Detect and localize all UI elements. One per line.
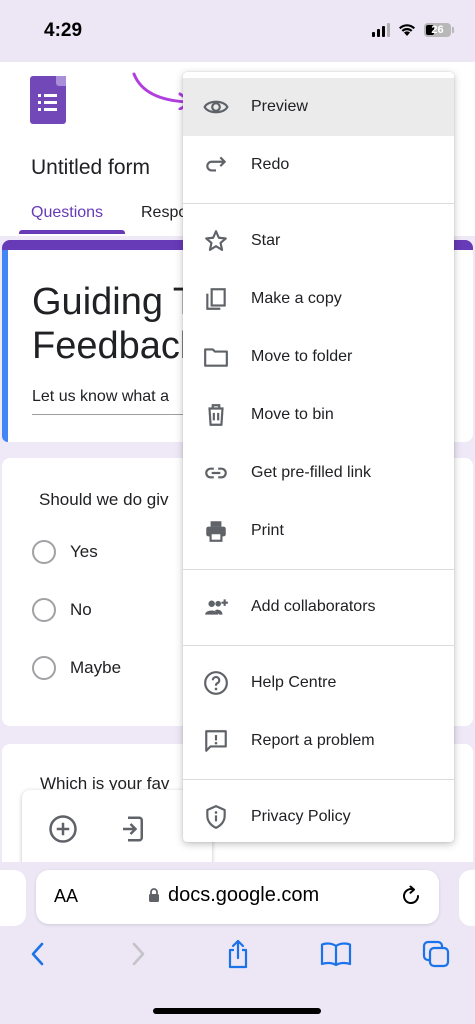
browser-toolbar: AA docs.google.com bbox=[0, 862, 475, 1024]
option-label: Maybe bbox=[70, 658, 122, 677]
menu-label: Privacy Policy bbox=[251, 808, 351, 825]
menu-label: Preview bbox=[251, 98, 308, 115]
option-yes[interactable]: Yes bbox=[32, 540, 98, 564]
menu-item-redo[interactable]: Redo bbox=[183, 136, 454, 194]
menu-divider bbox=[183, 645, 454, 646]
option-label: Yes bbox=[70, 542, 98, 561]
menu-label: Make a copy bbox=[251, 290, 342, 307]
focus-accent bbox=[2, 250, 8, 442]
chevron-left-icon bbox=[31, 942, 44, 966]
menu-item-help-centre[interactable]: Help Centre bbox=[183, 654, 454, 712]
question-text[interactable]: Should we do giv bbox=[39, 490, 168, 510]
feedback-icon bbox=[205, 730, 227, 752]
signal-icon bbox=[372, 22, 390, 37]
home-indicator bbox=[153, 1008, 321, 1014]
status-bar: 4:29 26 bbox=[0, 0, 475, 62]
menu-label: Move to folder bbox=[251, 348, 353, 365]
add-question-icon[interactable] bbox=[48, 814, 78, 844]
trash-icon bbox=[208, 404, 224, 426]
tab-responses[interactable]: Respo bbox=[141, 204, 187, 222]
help-icon bbox=[204, 671, 228, 695]
address-bar[interactable]: AA docs.google.com bbox=[36, 870, 439, 924]
menu-item-star[interactable]: Star bbox=[183, 212, 454, 270]
chevron-right-icon bbox=[132, 942, 145, 966]
shield-icon bbox=[206, 805, 226, 829]
link-icon bbox=[205, 467, 227, 479]
menu-item-privacy-policy[interactable]: Privacy Policy bbox=[183, 788, 454, 842]
url-display[interactable]: docs.google.com bbox=[148, 884, 319, 907]
status-icons: 26 bbox=[372, 22, 454, 37]
radio-icon[interactable] bbox=[32, 656, 56, 680]
menu-item-preview[interactable]: Preview bbox=[183, 78, 454, 136]
add-people-icon bbox=[205, 599, 228, 615]
more-options-menu: Preview Redo Star Make a copy Move to fo… bbox=[183, 72, 454, 842]
menu-label: Move to bin bbox=[251, 406, 334, 423]
tab-questions[interactable]: Questions bbox=[31, 204, 103, 222]
menu-label: Report a problem bbox=[251, 732, 375, 749]
option-no[interactable]: No bbox=[32, 598, 92, 622]
menu-label: Help Centre bbox=[251, 674, 337, 691]
eye-icon bbox=[203, 100, 229, 114]
menu-divider bbox=[183, 203, 454, 204]
import-questions-icon[interactable] bbox=[118, 814, 148, 844]
radio-icon[interactable] bbox=[32, 540, 56, 564]
lock-icon bbox=[149, 888, 159, 902]
star-icon bbox=[205, 230, 227, 251]
form-description[interactable]: Let us know what a bbox=[32, 388, 169, 406]
reload-icon[interactable] bbox=[399, 884, 423, 908]
forward-button[interactable] bbox=[122, 938, 154, 970]
bookmarks-button[interactable] bbox=[320, 938, 352, 970]
form-name[interactable]: Untitled form bbox=[31, 156, 150, 180]
back-button[interactable] bbox=[22, 938, 54, 970]
menu-item-add-collaborators[interactable]: Add collaborators bbox=[183, 578, 454, 636]
reader-options-button[interactable]: AA bbox=[54, 886, 78, 907]
battery-level: 26 bbox=[431, 23, 444, 36]
active-tab-indicator bbox=[19, 230, 125, 234]
battery-icon: 26 bbox=[424, 22, 454, 37]
redo-icon bbox=[206, 156, 227, 172]
tabs-icon bbox=[422, 940, 450, 968]
previous-tab-preview[interactable] bbox=[0, 870, 26, 926]
menu-item-print[interactable]: Print bbox=[183, 502, 454, 560]
menu-label: Star bbox=[251, 232, 281, 249]
menu-item-move-to-folder[interactable]: Move to folder bbox=[183, 328, 454, 386]
wifi-icon bbox=[399, 24, 415, 36]
share-icon bbox=[228, 939, 248, 969]
next-tab-preview[interactable] bbox=[459, 870, 475, 926]
copy-icon bbox=[206, 288, 226, 310]
tabs-button[interactable] bbox=[420, 938, 452, 970]
option-maybe[interactable]: Maybe bbox=[32, 656, 121, 680]
menu-divider bbox=[183, 569, 454, 570]
share-button[interactable] bbox=[222, 938, 254, 970]
book-icon bbox=[320, 942, 352, 967]
menu-item-move-to-bin[interactable]: Move to bin bbox=[183, 386, 454, 444]
menu-label: Print bbox=[251, 522, 284, 539]
url-text: docs.google.com bbox=[168, 884, 320, 906]
google-forms-logo-icon[interactable] bbox=[30, 76, 66, 124]
menu-item-report-a-problem[interactable]: Report a problem bbox=[183, 712, 454, 770]
menu-item-get-pre-filled-link[interactable]: Get pre-filled link bbox=[183, 444, 454, 502]
option-label: No bbox=[70, 600, 92, 619]
menu-divider bbox=[183, 779, 454, 780]
menu-item-make-a-copy[interactable]: Make a copy bbox=[183, 270, 454, 328]
menu-label: Get pre-filled link bbox=[251, 464, 372, 481]
radio-icon[interactable] bbox=[32, 598, 56, 622]
menu-label: Redo bbox=[251, 156, 290, 173]
print-icon bbox=[206, 521, 226, 542]
status-time: 4:29 bbox=[44, 20, 83, 41]
folder-icon bbox=[204, 348, 228, 367]
menu-label: Add collaborators bbox=[251, 598, 376, 615]
